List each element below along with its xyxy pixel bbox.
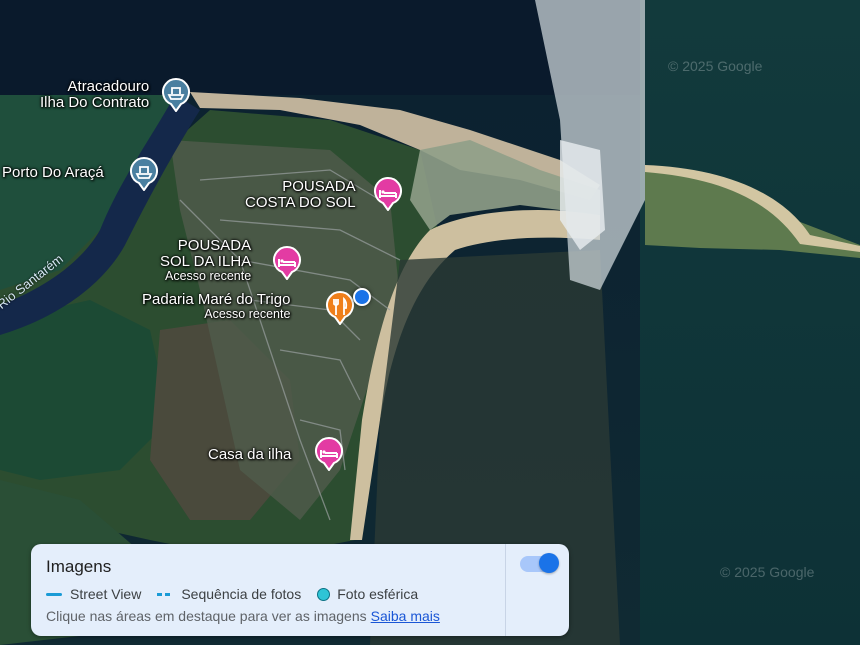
hotel-bed-icon [374,177,402,211]
imagery-panel: Imagens Street View Sequência de fotos F… [31,544,569,636]
imagery-toggle[interactable] [520,553,559,573]
ferry-pin-porto-araca[interactable] [129,157,159,191]
place-name-line1: POUSADA [177,237,252,254]
place-label-pousada-costa-do-sol[interactable]: POUSADA COSTA DO SOL [245,179,356,211]
legend-spherical-photo: Foto esférica [317,586,418,602]
hotel-pin-casa-da-ilha[interactable] [314,437,344,471]
hotel-bed-icon [273,246,301,280]
place-name-line1: Atracadouro [67,78,150,95]
imagery-hint-text: Clique nas áreas em destaque para ver as… [46,608,367,624]
copyright-bottom: © 2025 Google [720,564,815,580]
place-label-pousada-sol-da-ilha[interactable]: POUSADA SOL DA ILHA Acesso recente [160,238,251,283]
panel-divider [505,544,506,636]
toggle-knob [539,553,559,573]
place-name-line2: Ilha Do Contrato [40,93,150,111]
dashed-line-icon [157,592,174,596]
restaurant-fork-knife-icon [326,291,354,325]
recent-access-label: Acesso recente [204,306,291,321]
restaurant-pin-padaria[interactable] [325,291,355,325]
recent-access-label: Acesso recente [164,268,252,283]
ferry-icon [162,78,190,112]
place-name-line1: Padaria Maré do Trigo [142,291,291,308]
learn-more-link[interactable]: Saiba mais [371,608,440,624]
spherical-photo-circle-icon [317,587,331,601]
place-label-atracadouro[interactable]: Atracadouro Ilha Do Contrato [40,79,149,111]
current-location-dot [353,288,371,306]
place-name-line1: Casa da ilha [208,446,292,463]
ferry-pin-atracadouro[interactable] [161,78,191,112]
copyright-top: © 2025 Google [668,58,763,74]
place-name-line2: SOL DA ILHA [160,252,252,270]
solid-line-icon [46,592,62,596]
place-label-porto-araca[interactable]: Porto Do Araçá [2,165,104,181]
place-name-line2: COSTA DO SOL [245,193,356,211]
place-name-line1: POUSADA [282,178,356,195]
legend-street-view-label: Street View [70,586,142,602]
hotel-pin-costa-do-sol[interactable] [373,177,403,211]
imagery-title: Imagens [46,557,112,576]
legend-photo-sequence-label: Sequência de fotos [181,586,302,602]
place-label-padaria[interactable]: Padaria Maré do Trigo Acesso recente [142,292,290,321]
imagery-legend: Street View Sequência de fotos Foto esfé… [46,586,434,602]
ferry-icon [130,157,158,191]
place-name-line1: Porto Do Araçá [2,164,104,181]
place-label-casa-da-ilha[interactable]: Casa da ilha [208,447,291,463]
hotel-pin-sol-da-ilha[interactable] [272,246,302,280]
hotel-bed-icon [315,437,343,471]
legend-street-view: Street View [46,586,141,602]
imagery-hint: Clique nas áreas em destaque para ver as… [46,608,440,624]
legend-spherical-photo-label: Foto esférica [337,586,419,602]
legend-photo-sequence: Sequência de fotos [157,586,301,602]
